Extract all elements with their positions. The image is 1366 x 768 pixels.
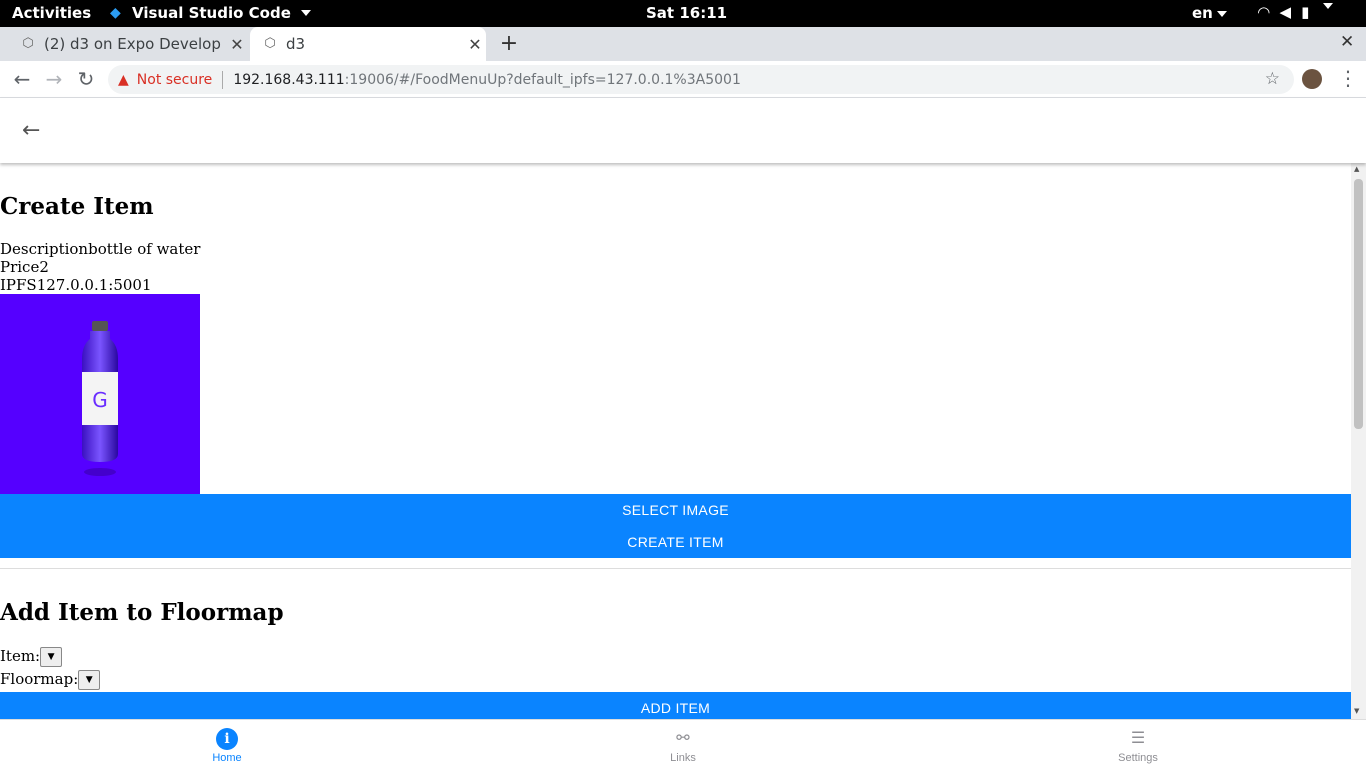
scrollbar-thumb[interactable]	[1354, 179, 1363, 429]
create-item-heading: Create Item	[0, 193, 154, 220]
app-header: ←	[0, 98, 1366, 163]
expo-favicon-icon: ⬡	[22, 36, 34, 51]
language-label: en	[1192, 4, 1213, 22]
back-arrow-icon[interactable]: ←	[10, 67, 34, 91]
floormap-select[interactable]: ▼	[78, 670, 101, 690]
item-select-row: Item: ▼	[0, 647, 63, 667]
security-label[interactable]: Not secure	[137, 72, 213, 88]
battery-icon: ▮	[1301, 3, 1310, 21]
tab-title: d3	[286, 35, 306, 53]
ipfs-value: 127.0.0.1:5001	[36, 276, 152, 294]
window-close-icon[interactable]: ✕	[1340, 32, 1354, 52]
price-row: Price2	[0, 258, 49, 276]
tab-settings[interactable]: ☰ Settings	[1038, 720, 1238, 768]
system-tray[interactable]: ◠ ◀ ▮	[1258, 3, 1334, 21]
water-bottle-image: G	[82, 321, 118, 476]
tab-expo[interactable]: ⬡ (2) d3 on Expo Develop ✕	[8, 27, 248, 61]
forward-arrow-icon[interactable]: →	[42, 67, 66, 91]
warning-icon[interactable]: ▲	[118, 72, 129, 88]
info-icon: i	[216, 728, 238, 750]
description-value: bottle of water	[88, 240, 201, 258]
tab-links-label: Links	[670, 752, 696, 764]
clock[interactable]: Sat 16:11	[646, 4, 727, 22]
sliders-icon: ☰	[1130, 730, 1146, 747]
chevron-down-icon	[1216, 10, 1227, 17]
select-image-button[interactable]: SELECT IMAGE	[0, 494, 1351, 526]
bookmark-star-icon[interactable]: ☆	[1265, 69, 1280, 89]
add-item-button[interactable]: ADD ITEM	[0, 692, 1351, 719]
profile-avatar[interactable]	[1302, 69, 1322, 89]
tab-title: (2) d3 on Expo Develop	[44, 35, 221, 53]
new-tab-button[interactable]: +	[498, 31, 520, 56]
item-image-preview: G	[0, 294, 200, 494]
item-select[interactable]: ▼	[40, 647, 63, 667]
tab-home[interactable]: i Home	[127, 720, 327, 768]
scroll-up-icon[interactable]: ▲	[1354, 165, 1359, 173]
vertical-scrollbar[interactable]: ▲ ▼	[1351, 163, 1366, 719]
link-icon: ⚯	[676, 730, 690, 747]
scroll-down-icon[interactable]: ▼	[1354, 707, 1359, 715]
section-divider	[0, 568, 1351, 569]
wifi-icon: ◠	[1258, 3, 1270, 21]
url-path: :19006/#/FoodMenuUp?default_ipfs=127.0.0…	[344, 71, 741, 88]
main-content: Create Item Descriptionbottle of water P…	[0, 163, 1351, 719]
description-label: Description	[0, 240, 89, 258]
item-select-label: Item:	[0, 647, 41, 665]
create-item-button[interactable]: CREATE ITEM	[0, 526, 1351, 558]
svg-text:G: G	[92, 388, 108, 412]
floormap-select-label: Floormap:	[0, 670, 79, 688]
tab-settings-label: Settings	[1118, 752, 1158, 764]
divider	[222, 70, 224, 89]
back-arrow-icon[interactable]: ←	[22, 118, 40, 143]
volume-icon: ◀	[1279, 3, 1292, 21]
price-label: Price	[0, 258, 40, 276]
tab-d3[interactable]: ⬡ d3 ✕	[250, 27, 486, 61]
vscode-icon: ◆	[110, 5, 121, 21]
close-icon[interactable]: ✕	[464, 35, 486, 54]
ipfs-row: IPFS127.0.0.1:5001	[0, 276, 152, 294]
address-bar[interactable]: ▲ Not secure 192.168.43.111 :19006/#/Foo…	[108, 65, 1294, 94]
ipfs-label: IPFS	[0, 276, 37, 294]
browser-toolbar: ← → ↻ ▲ Not secure 192.168.43.111 :19006…	[0, 61, 1366, 98]
floormap-select-row: Floormap: ▼	[0, 670, 101, 690]
price-value: 2	[39, 258, 49, 276]
system-top-bar: Activities ◆ Visual Studio Code Sat 16:1…	[0, 0, 1366, 27]
reload-icon[interactable]: ↻	[74, 67, 98, 91]
bottom-tab-bar: i Home ⚯ Links ☰ Settings	[0, 719, 1366, 768]
chevron-down-icon	[1323, 3, 1334, 9]
d3-favicon-icon: ⬡	[264, 36, 276, 51]
tab-strip: ⬡ (2) d3 on Expo Develop ✕ ⬡ d3 ✕ + ✕	[0, 27, 1366, 61]
activities-button[interactable]: Activities	[12, 4, 91, 22]
tab-home-label: Home	[212, 752, 242, 764]
app-name: Visual Studio Code	[132, 4, 291, 22]
chevron-down-icon	[300, 10, 311, 16]
tab-links[interactable]: ⚯ Links	[583, 720, 783, 768]
floormap-heading: Add Item to Floormap	[0, 599, 284, 626]
app-menu[interactable]: ◆ Visual Studio Code	[110, 4, 311, 22]
url-host: 192.168.43.111	[233, 71, 345, 88]
description-row: Descriptionbottle of water	[0, 240, 200, 258]
language-indicator[interactable]: en	[1192, 4, 1227, 22]
menu-kebab-icon[interactable]: ⋮	[1338, 66, 1358, 90]
close-icon[interactable]: ✕	[226, 35, 248, 54]
